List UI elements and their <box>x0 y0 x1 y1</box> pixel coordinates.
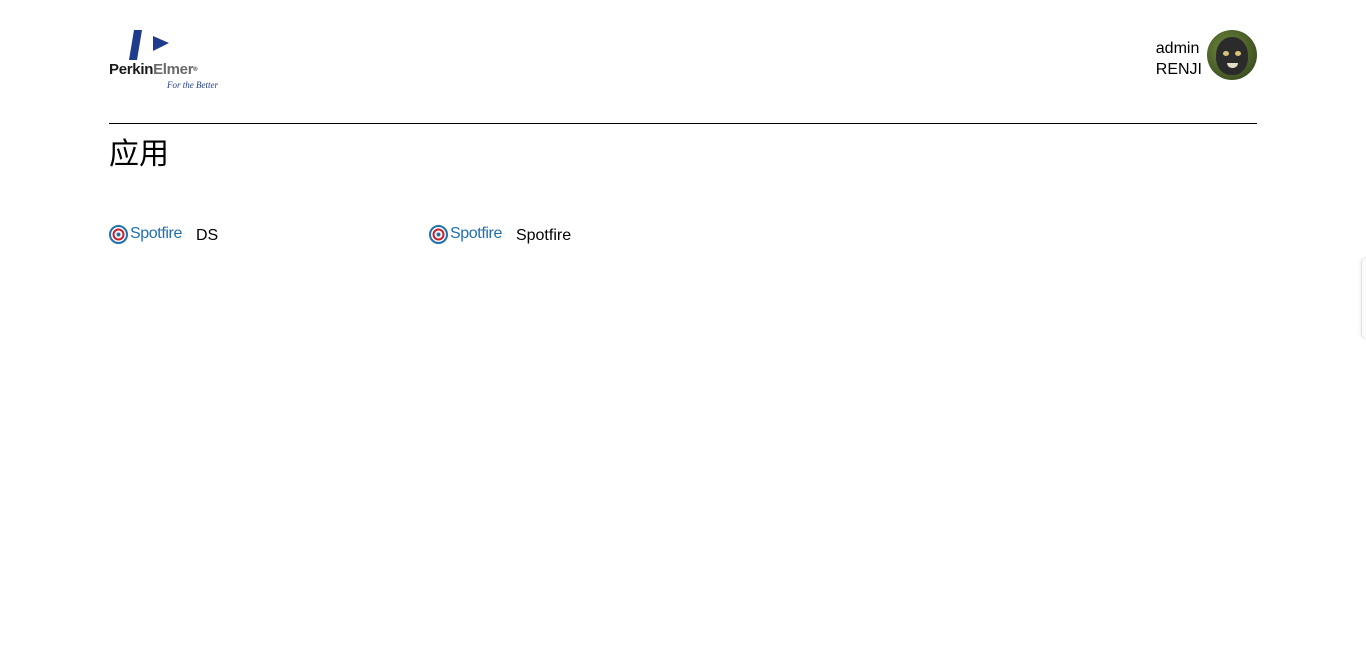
avatar[interactable] <box>1207 30 1257 80</box>
page-title: 应用 <box>109 137 169 172</box>
side-drawer-tab[interactable] <box>1361 257 1366 339</box>
app-label: Spotfire <box>515 226 572 244</box>
spotfire-target-icon <box>429 224 448 244</box>
page: PerkinElmer® For the Better admin RENJI … <box>0 0 1366 657</box>
spotfire-wordmark: Spotfire <box>450 225 502 242</box>
app-label: DS <box>195 226 219 244</box>
spotfire-logo: Spotfire · <box>429 220 505 248</box>
logo-name-elmer: Elmer <box>153 61 194 78</box>
user-name: admin <box>1155 40 1200 57</box>
perkinelmer-mark-icon <box>129 30 169 60</box>
user-org: RENJI <box>1155 61 1202 78</box>
user-menu[interactable]: admin RENJI <box>1156 29 1257 81</box>
spotfire-wordmark: Spotfire <box>130 225 182 242</box>
spotfire-target-icon <box>109 224 128 244</box>
header: PerkinElmer® For the Better admin RENJI <box>109 0 1257 124</box>
spotfire-tm: · <box>182 231 185 237</box>
app-item-ds[interactable]: Spotfire · DS <box>109 220 218 248</box>
logo-registered-mark: ® <box>193 67 198 73</box>
avatar-mouth <box>1227 63 1238 68</box>
avatar-eye-right <box>1235 51 1241 56</box>
monkey-avatar-icon <box>1216 37 1248 75</box>
spotfire-tm: · <box>502 231 505 237</box>
avatar-eye-left <box>1223 51 1229 56</box>
perkinelmer-logo[interactable]: PerkinElmer® For the Better <box>109 28 224 92</box>
logo-wordmark: PerkinElmer® <box>109 61 198 78</box>
user-info: admin RENJI <box>1156 38 1202 80</box>
logo-tagline: For the Better <box>167 80 218 90</box>
app-item-spotfire[interactable]: Spotfire · Spotfire <box>429 220 571 248</box>
spotfire-logo: Spotfire · <box>109 220 185 248</box>
app-list: Spotfire · DS Spotfire · Spotfire <box>109 220 1257 248</box>
logo-name-perkin: Perkin <box>109 61 154 78</box>
